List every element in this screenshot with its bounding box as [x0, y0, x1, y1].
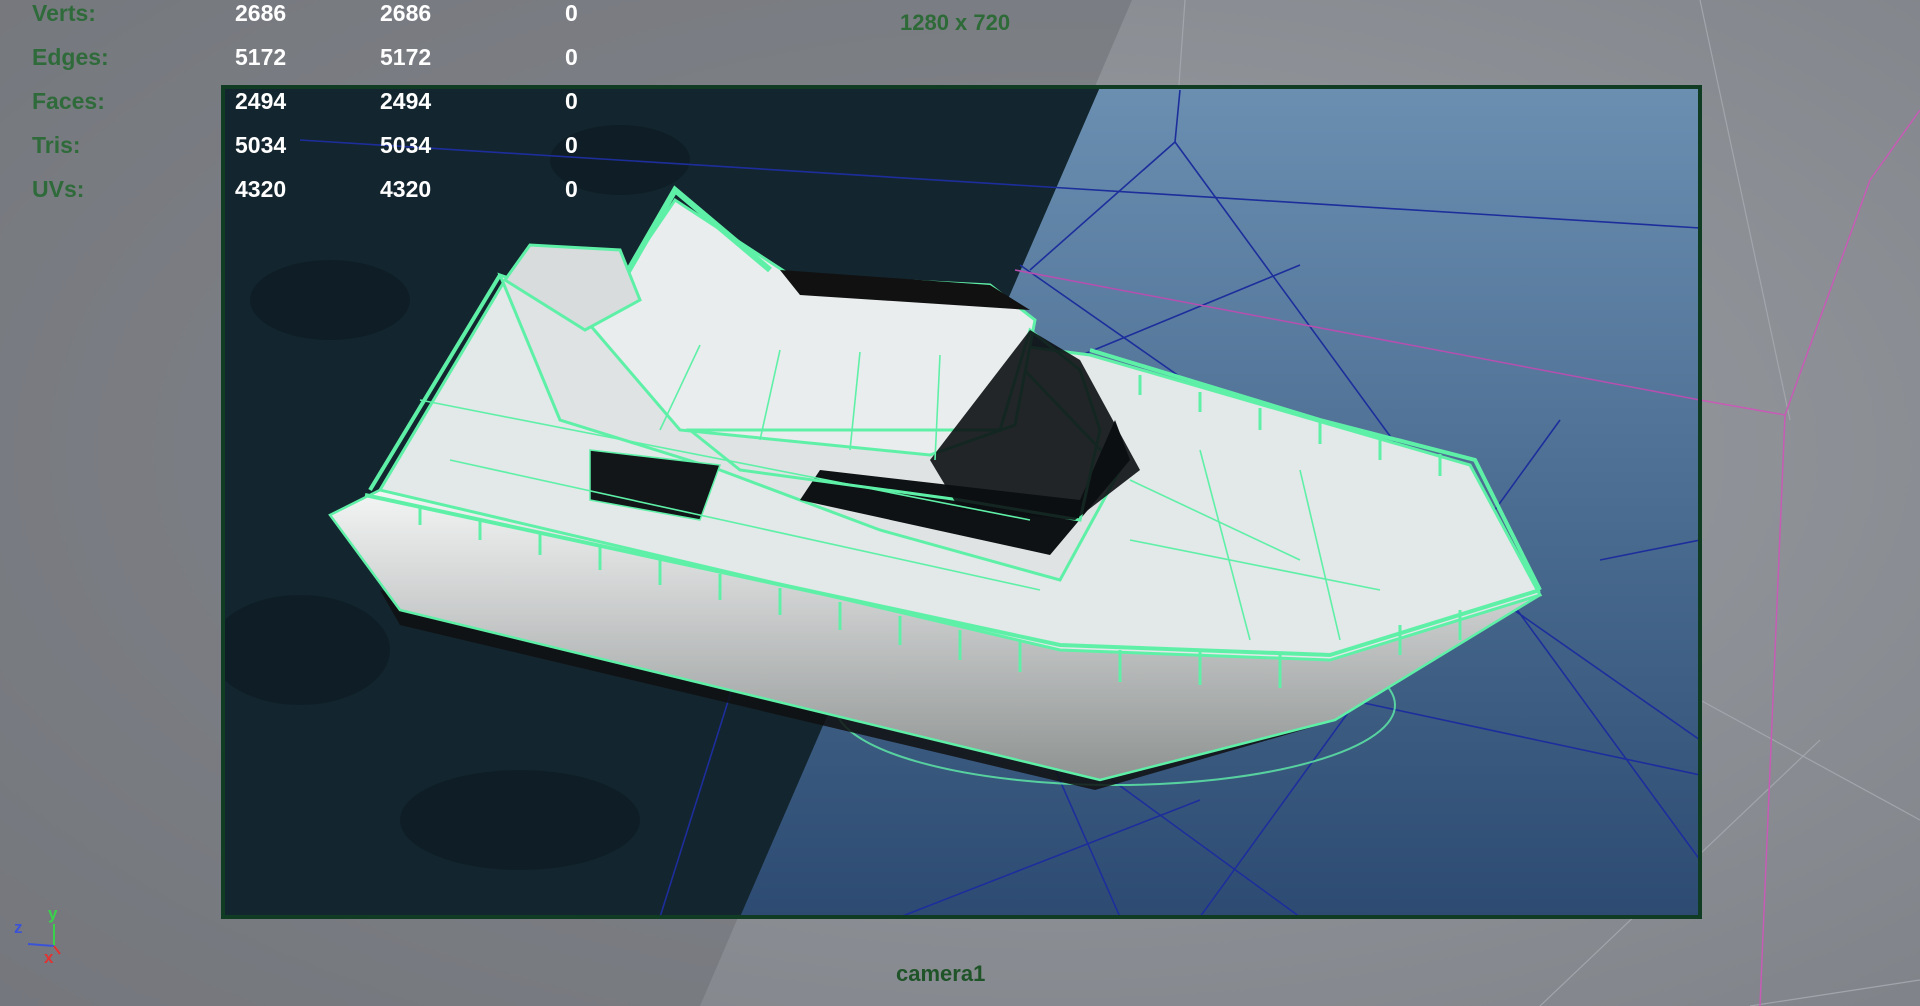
hud-label: UVs:: [32, 176, 85, 202]
axis-x-label: x: [44, 948, 54, 967]
hud-value: 5034: [380, 132, 432, 158]
hud-value: 2686: [380, 0, 432, 26]
hud-value: 0: [565, 132, 578, 158]
hud-row-edges: Edges: 5172 5172 0: [0, 44, 620, 74]
resolution-gate-label: 1280 x 720: [900, 10, 1011, 35]
hud-value: 0: [565, 0, 578, 26]
hud-value: 0: [565, 176, 578, 202]
poly-count-hud: Verts: 2686 2686 0 Edges: 5172 5172 0 Fa…: [0, 0, 620, 220]
hud-row-tris: Tris: 5034 5034 0: [0, 132, 620, 162]
hud-value: 5172: [380, 44, 432, 70]
hud-value: 5172: [235, 44, 287, 70]
hud-label: Faces:: [32, 88, 105, 114]
hud-value: 2494: [235, 88, 287, 114]
hud-row-uvs: UVs: 4320 4320 0: [0, 176, 620, 206]
axis-y-label: y: [48, 904, 58, 923]
hud-value: 2494: [380, 88, 432, 114]
camera-name-label: camera1: [896, 961, 986, 986]
hud-value: 0: [565, 88, 578, 114]
hud-row-faces: Faces: 2494 2494 0: [0, 88, 620, 118]
hud-value: 4320: [380, 176, 432, 202]
hud-value: 0: [565, 44, 578, 70]
hud-row-verts: Verts: 2686 2686 0: [0, 0, 620, 30]
hud-label: Edges:: [32, 44, 109, 70]
hud-label: Verts:: [32, 0, 96, 26]
hud-label: Tris:: [32, 132, 81, 158]
hud-value: 4320: [235, 176, 287, 202]
axis-gizmo: y z x: [10, 900, 70, 970]
hud-value: 2686: [235, 0, 287, 26]
hud-value: 5034: [235, 132, 287, 158]
axis-z-label: z: [14, 918, 23, 937]
